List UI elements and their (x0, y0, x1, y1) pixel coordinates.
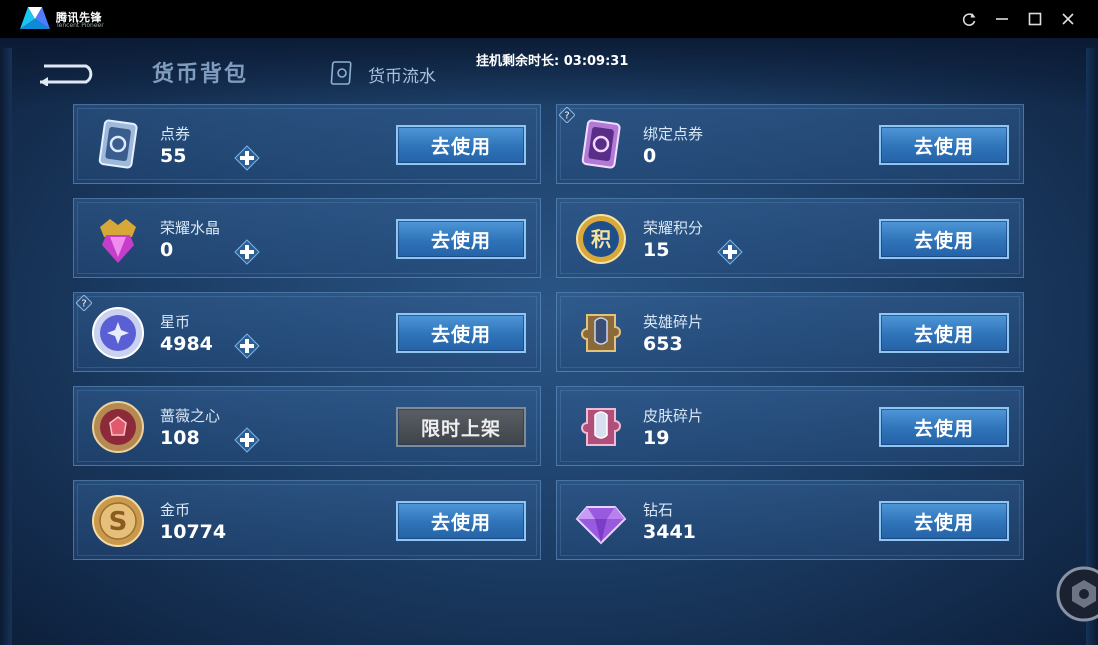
currency-card-diamond: 钻石 3441 去使用 (556, 480, 1024, 560)
currency-label: 金币 (160, 501, 191, 519)
currency-card-skin-fragment: 皮肤碎片 19 去使用 (556, 386, 1024, 466)
currency-card-rose-heart: 蔷薇之心 108 限时上架 (73, 386, 541, 466)
close-button[interactable] (1056, 7, 1080, 31)
add-glory-crystal-button[interactable] (234, 239, 260, 265)
currency-value: 0 (160, 239, 174, 261)
voucher-icon (90, 117, 146, 173)
use-bound-voucher-button[interactable]: 去使用 (879, 125, 1009, 165)
close-icon (1062, 13, 1074, 25)
limited-time-button[interactable]: 限时上架 (396, 407, 526, 447)
currency-value: 0 (643, 145, 657, 167)
svg-text:积: 积 (591, 227, 611, 251)
add-glory-points-button[interactable] (717, 239, 743, 265)
back-arrow-icon[interactable] (36, 58, 98, 86)
glory-points-icon: 积 (573, 211, 629, 267)
maximize-button[interactable] (1023, 7, 1047, 31)
currency-value: 108 (160, 427, 200, 449)
add-star-coin-button[interactable] (234, 333, 260, 359)
currency-value: 3441 (643, 521, 696, 543)
rose-heart-icon (90, 399, 146, 455)
currency-value: 4984 (160, 333, 213, 355)
currency-label: 点券 (160, 125, 191, 143)
currency-value: 15 (643, 239, 670, 261)
tab-currency-flow[interactable]: 货币流水 (368, 62, 436, 87)
currency-value: 10774 (160, 521, 227, 543)
currency-card-bound-voucher: ? 绑定点券 0 去使用 (556, 104, 1024, 184)
maximize-icon (1028, 12, 1042, 26)
use-hero-fragment-button[interactable]: 去使用 (879, 313, 1009, 353)
window-titlebar: 腾讯先锋 Tencent Pioneer (0, 0, 1098, 38)
use-star-coin-button[interactable]: 去使用 (396, 313, 526, 353)
star-coin-icon (90, 305, 146, 361)
currency-label: 绑定点券 (643, 125, 704, 143)
floating-gear-icon[interactable] (1056, 566, 1098, 622)
use-gold-coin-button[interactable]: 去使用 (396, 501, 526, 541)
skin-fragment-icon (573, 399, 629, 455)
currency-card-gold-coin: S 金币 10774 去使用 (73, 480, 541, 560)
minimize-button[interactable] (990, 7, 1014, 31)
bound-voucher-icon (573, 117, 629, 173)
glory-crystal-icon (90, 211, 146, 267)
currency-card-star-coin: ? 星币 4984 去使用 (73, 292, 541, 372)
currency-value: 55 (160, 145, 187, 167)
add-voucher-button[interactable] (234, 145, 260, 171)
use-glory-points-button[interactable]: 去使用 (879, 219, 1009, 259)
currency-label: 星币 (160, 313, 191, 331)
use-glory-crystal-button[interactable]: 去使用 (396, 219, 526, 259)
refresh-button[interactable] (957, 7, 981, 31)
app-logo-icon (20, 7, 50, 29)
page-title: 货币背包 (152, 62, 249, 87)
currency-label: 荣耀水晶 (160, 219, 221, 237)
currency-card-voucher: 点券 55 去使用 (73, 104, 541, 184)
currency-card-glory-points: 积 荣耀积分 15 去使用 (556, 198, 1024, 278)
minimize-icon (996, 18, 1008, 20)
use-voucher-button[interactable]: 去使用 (396, 125, 526, 165)
svg-text:?: ? (564, 111, 569, 122)
currency-value: 653 (643, 333, 683, 355)
currency-label: 荣耀积分 (643, 219, 704, 237)
use-skin-fragment-button[interactable]: 去使用 (879, 407, 1009, 447)
svg-text:S: S (109, 507, 128, 537)
idle-timer: 挂机剩余时长: 03:09:31 (476, 54, 629, 69)
use-diamond-button[interactable]: 去使用 (879, 501, 1009, 541)
currency-flow-icon (330, 61, 352, 85)
currency-card-hero-fragment: 英雄碎片 653 去使用 (556, 292, 1024, 372)
gold-coin-icon: S (90, 493, 146, 549)
refresh-icon (962, 13, 976, 26)
currency-label: 蔷薇之心 (160, 407, 221, 425)
hero-fragment-icon (573, 305, 629, 361)
currency-value: 19 (643, 427, 670, 449)
diamond-icon (573, 493, 629, 549)
currency-label: 钻石 (643, 501, 674, 519)
add-rose-heart-button[interactable] (234, 427, 260, 453)
currency-card-glory-crystal: 荣耀水晶 0 去使用 (73, 198, 541, 278)
frame-left (0, 48, 12, 645)
app-subtitle: Tencent Pioneer (56, 22, 104, 29)
currency-label: 英雄碎片 (643, 313, 704, 331)
currency-label: 皮肤碎片 (643, 407, 704, 425)
game-screen: 货币背包 货币流水 挂机剩余时长: 03:09:31 点券 55 去使用 ? 绑… (0, 38, 1098, 645)
svg-text:?: ? (81, 299, 86, 310)
frame-right (1086, 48, 1098, 645)
